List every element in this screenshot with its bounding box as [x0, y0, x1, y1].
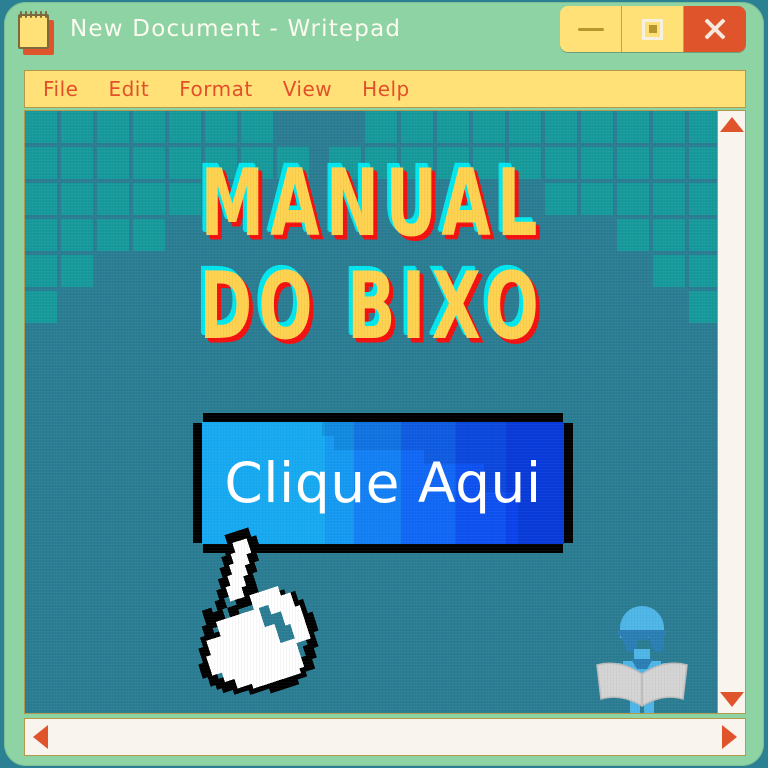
grid-block: [617, 183, 649, 215]
menu-item-edit[interactable]: Edit: [108, 77, 149, 101]
notepad-front-page: [18, 14, 49, 49]
grid-block: [61, 219, 93, 251]
scroll-up-arrow[interactable]: [719, 117, 744, 132]
close-button[interactable]: [684, 6, 746, 52]
document-canvas: MANUAL DO BIXO Clique Aqui: [25, 111, 719, 713]
grid-block: [545, 147, 577, 179]
grid-block: [473, 147, 505, 179]
grid-block: [25, 291, 57, 323]
grid-block: [653, 219, 685, 251]
grid-block: [133, 183, 165, 215]
grid-block: [617, 111, 649, 143]
grid-block: [689, 183, 719, 215]
grid-block: [545, 183, 577, 215]
grid-block: [437, 111, 469, 143]
grid-block: [401, 111, 433, 143]
grid-block: [25, 183, 57, 215]
grid-block: [61, 183, 93, 215]
grid-block: [689, 111, 719, 143]
student-reading-book-illustration: [587, 593, 697, 713]
grid-block: [133, 147, 165, 179]
vertical-scrollbar[interactable]: [717, 111, 745, 713]
menu-item-view[interactable]: View: [283, 77, 332, 101]
grid-block: [509, 111, 541, 143]
grid-block: [689, 291, 719, 323]
horizontal-scrollbar[interactable]: [24, 718, 746, 756]
grid-block: [689, 219, 719, 251]
grid-block: [133, 111, 165, 143]
poster-headline: MANUAL DO BIXO: [25, 158, 719, 353]
grid-block: [241, 111, 273, 143]
grid-block: [25, 219, 57, 251]
grid-block: [61, 147, 93, 179]
scroll-down-arrow[interactable]: [719, 692, 744, 707]
grid-block: [169, 111, 201, 143]
grid-block: [205, 147, 237, 179]
grid-block: [329, 147, 361, 179]
grid-block: [545, 111, 577, 143]
scroll-left-arrow[interactable]: [33, 725, 48, 749]
notepad-icon: [18, 11, 56, 56]
screenshot-root: New Document - Writepad File Edit Format…: [0, 0, 768, 768]
titlebar: New Document - Writepad: [4, 2, 764, 64]
grid-block: [97, 147, 129, 179]
document-area: MANUAL DO BIXO Clique Aqui: [24, 110, 746, 714]
grid-block: [473, 111, 505, 143]
grid-block: [61, 111, 93, 143]
grid-block: [581, 111, 613, 143]
maximize-button[interactable]: [622, 6, 684, 52]
grid-block: [277, 147, 309, 179]
grid-block: [653, 147, 685, 179]
grid-block: [61, 255, 93, 287]
grid-block: [133, 219, 165, 251]
menu-item-file[interactable]: File: [43, 77, 78, 101]
grid-block: [25, 111, 57, 143]
window-title: New Document - Writepad: [70, 16, 402, 42]
grid-block: [689, 255, 719, 287]
grid-block: [689, 147, 719, 179]
grid-block: [653, 183, 685, 215]
close-icon: [702, 16, 728, 42]
grid-block: [169, 147, 201, 179]
grid-block: [205, 111, 237, 143]
grid-block: [25, 147, 57, 179]
notepad-spiral-rings: [20, 11, 47, 18]
grid-block: [97, 219, 129, 251]
menubar: File Edit Format View Help: [24, 70, 746, 108]
grid-block: [617, 147, 649, 179]
grid-block: [25, 255, 57, 287]
maximize-icon: [642, 18, 663, 40]
minimize-button[interactable]: [560, 6, 622, 52]
grid-block: [97, 183, 129, 215]
clique-aqui-button[interactable]: Clique Aqui: [193, 413, 573, 553]
menu-item-help[interactable]: Help: [362, 77, 410, 101]
grid-block: [509, 147, 541, 179]
window-controls: [560, 6, 746, 52]
grid-block: [437, 147, 469, 179]
grid-block: [169, 183, 201, 215]
headline-line-2: DO BIXO: [199, 253, 545, 361]
grid-block: [653, 111, 685, 143]
grid-block: [581, 183, 613, 215]
menu-item-format[interactable]: Format: [179, 77, 252, 101]
scroll-right-arrow[interactable]: [722, 725, 737, 749]
mascot-icon: [596, 606, 688, 713]
grid-block: [241, 147, 273, 179]
cta-label: Clique Aqui: [224, 451, 542, 515]
grid-block: [365, 111, 397, 143]
grid-block: [617, 219, 649, 251]
minimize-icon: [577, 27, 604, 31]
grid-block: [653, 255, 685, 287]
grid-block: [581, 147, 613, 179]
grid-block: [401, 147, 433, 179]
grid-block: [365, 147, 397, 179]
grid-block: [97, 111, 129, 143]
window-frame: New Document - Writepad File Edit Format…: [4, 2, 764, 766]
